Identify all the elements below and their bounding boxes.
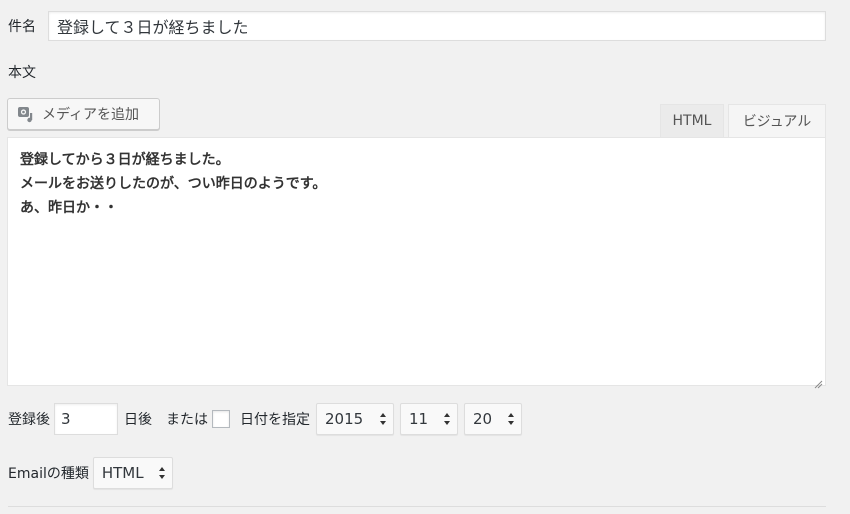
- month-value: 11: [409, 410, 429, 428]
- month-select[interactable]: 11: [400, 403, 458, 435]
- email-type-row: Emailの種類 HTML: [8, 457, 173, 489]
- updown-arrows-icon: [443, 412, 451, 426]
- updown-arrows-icon: [507, 412, 515, 426]
- body-editor[interactable]: 登録してから３日が経ちました。 メールをお送りしたのが、つい昨日のようです。 あ…: [7, 137, 826, 389]
- after-label: 登録後: [8, 412, 50, 428]
- subject-row: 件名: [8, 10, 826, 42]
- add-media-button[interactable]: メディアを追加: [7, 98, 160, 130]
- days-suffix: 日後: [124, 412, 152, 428]
- updown-arrows-icon: [158, 466, 166, 480]
- email-type-select[interactable]: HTML: [92, 457, 173, 489]
- date-checkbox-label: 日付を指定: [240, 412, 310, 428]
- editor-line: あ、昨日か・・: [20, 200, 118, 216]
- date-checkbox[interactable]: [212, 410, 230, 428]
- subject-input[interactable]: [48, 11, 826, 41]
- email-type-label: Emailの種類: [8, 466, 89, 482]
- days-input[interactable]: [54, 403, 118, 435]
- resize-handle-icon[interactable]: [813, 373, 823, 389]
- or-label: または: [166, 412, 208, 428]
- subject-label: 件名: [8, 19, 36, 35]
- media-camera-icon: [16, 104, 36, 124]
- updown-arrows-icon: [379, 412, 387, 426]
- tab-html[interactable]: HTML: [660, 104, 724, 137]
- tab-visual-label: ビジュアル: [742, 114, 812, 130]
- schedule-row: 登録後 日後 または 日付を指定 2015 11: [8, 403, 522, 435]
- editor-line: 登録してから３日が経ちました。: [20, 152, 230, 168]
- tab-visual[interactable]: ビジュアル: [728, 104, 826, 137]
- add-media-label: メディアを追加: [42, 107, 140, 123]
- email-type-value: HTML: [101, 464, 144, 482]
- year-select[interactable]: 2015: [316, 403, 394, 435]
- editor-line: メールをお送りしたのが、つい昨日のようです。: [20, 176, 327, 192]
- tab-html-label: HTML: [672, 113, 712, 129]
- year-value: 2015: [325, 410, 364, 428]
- body-label: 本文: [8, 65, 36, 81]
- bottom-divider: [8, 506, 826, 507]
- email-editor-form: 件名 本文 メディアを追加 HTML ビジュアル 登録してから３日が経ちました。…: [0, 0, 850, 514]
- day-value: 20: [473, 410, 493, 428]
- day-select[interactable]: 20: [464, 403, 522, 435]
